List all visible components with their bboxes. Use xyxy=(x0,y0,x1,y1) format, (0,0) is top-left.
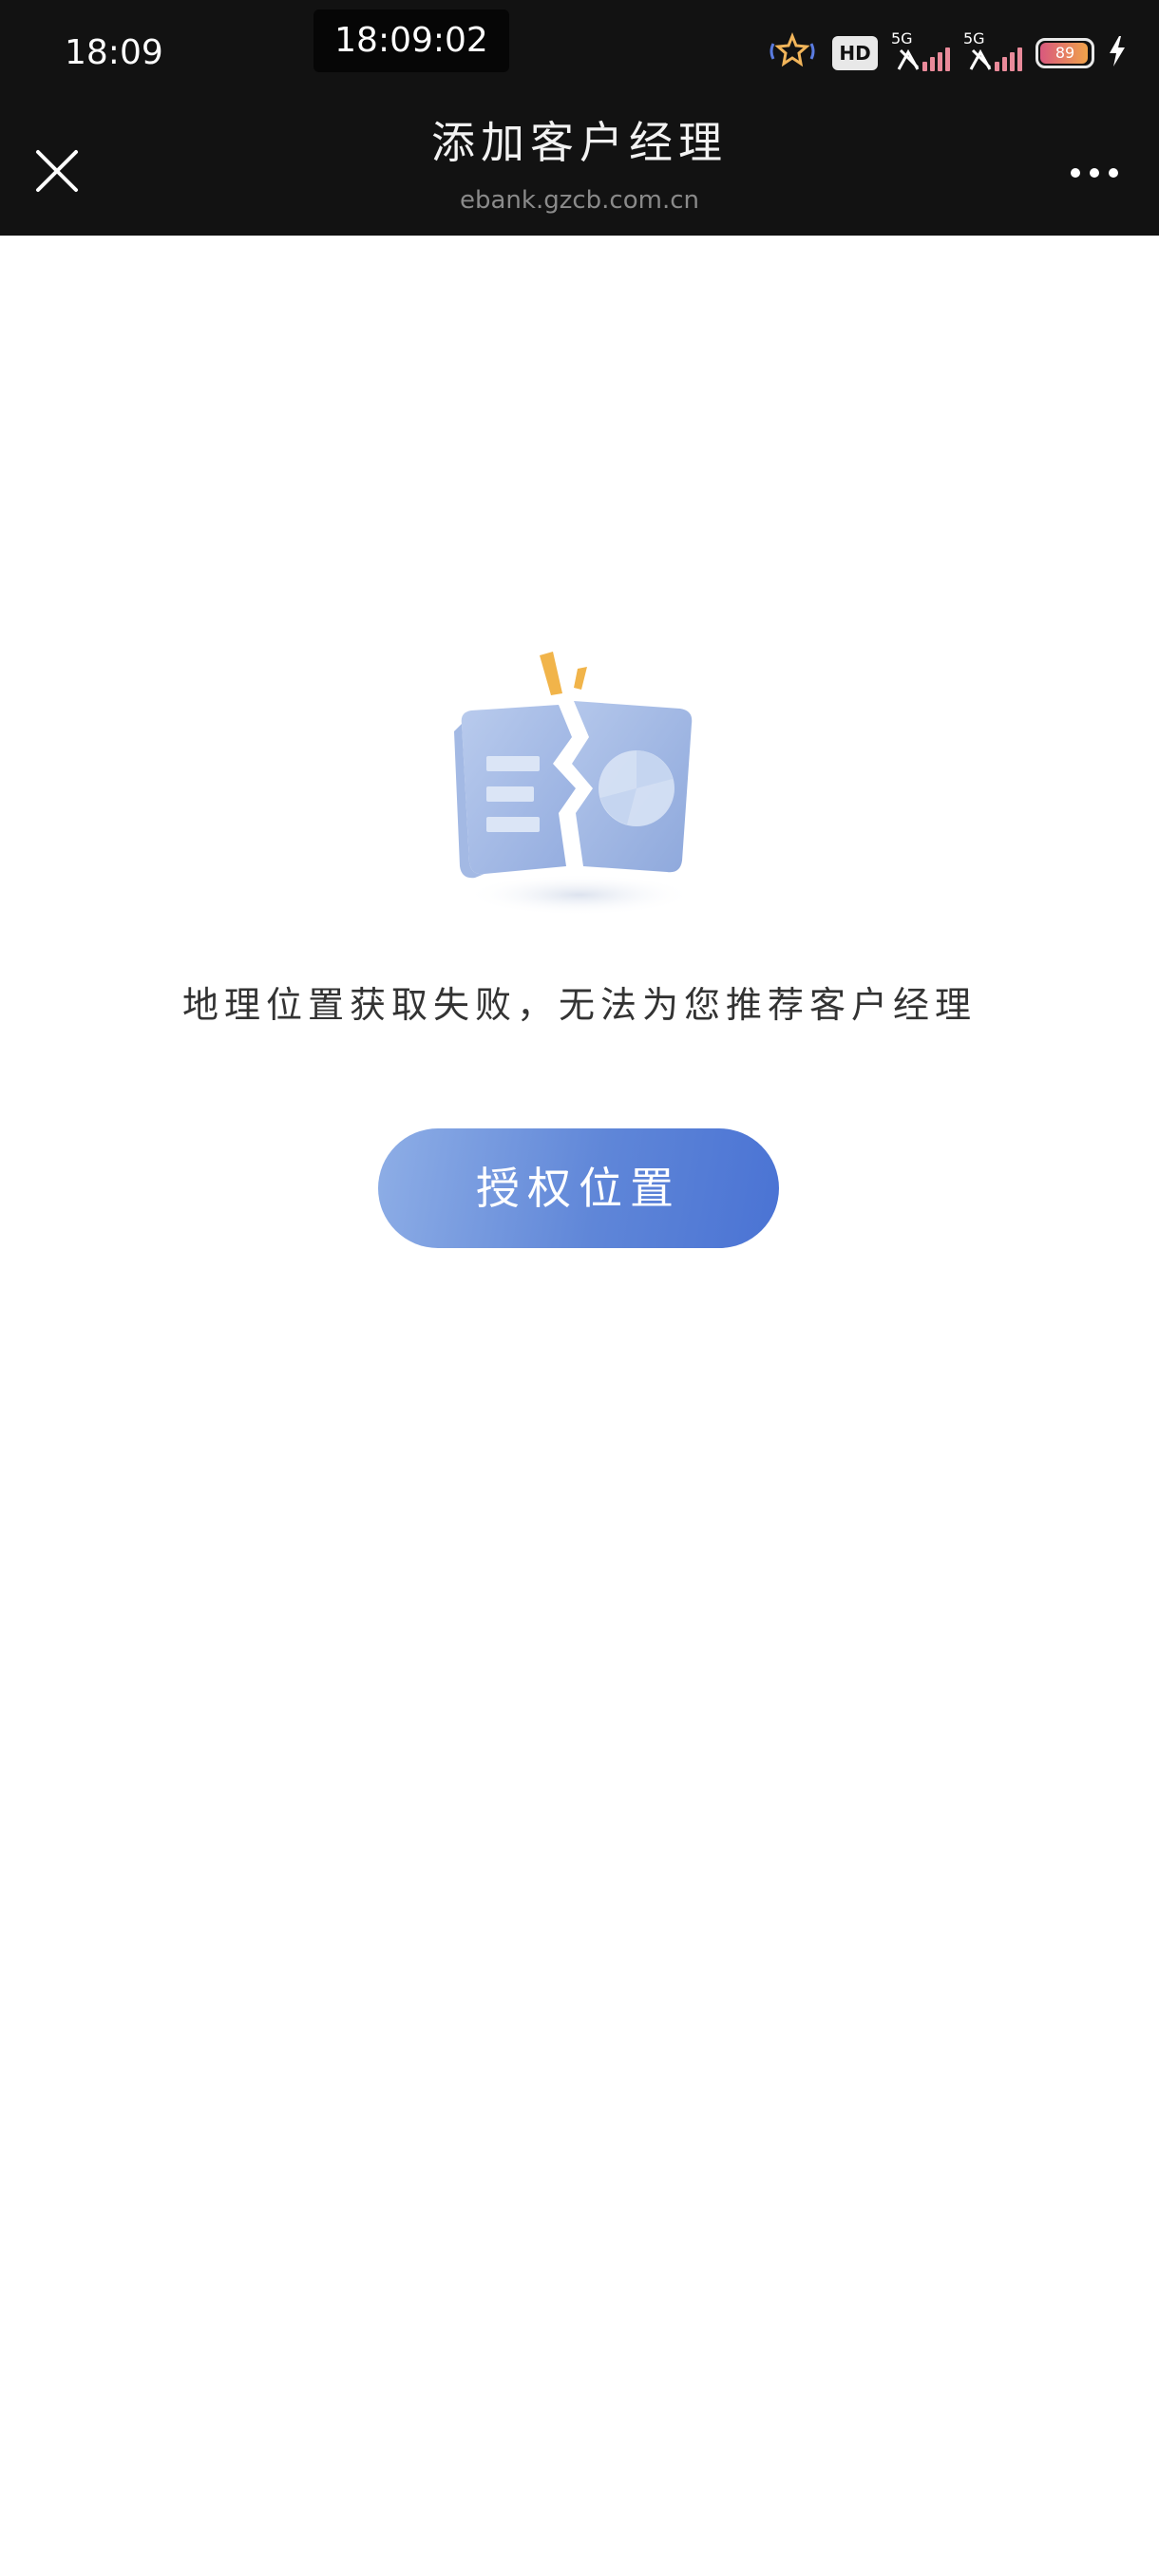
battery-level: 89 xyxy=(1054,44,1075,62)
broken-document-icon xyxy=(446,646,712,931)
title-bar: 添加客户经理 ebank.gzcb.com.cn xyxy=(0,103,1159,236)
status-bar: 18:09 18:09:02 HD 5G 5G 89 xyxy=(0,0,1159,103)
battery-icon: 89 xyxy=(1036,38,1094,68)
signal-sim1-icon: 5G xyxy=(891,31,950,75)
more-icon-dot xyxy=(1090,168,1099,178)
more-icon-dot xyxy=(1109,168,1118,178)
status-time: 18:09 xyxy=(65,33,163,72)
overlay-clock: 18:09:02 xyxy=(314,9,509,72)
more-button[interactable] xyxy=(1056,144,1132,201)
authorize-location-button[interactable]: 授权位置 xyxy=(378,1128,779,1248)
error-message: 地理位置获取失败，无法为您推荐客户经理 xyxy=(181,984,977,1026)
charging-icon xyxy=(1108,36,1127,70)
notification-icon xyxy=(766,30,819,76)
more-icon-dot xyxy=(1071,168,1080,178)
page-url: ebank.gzcb.com.cn xyxy=(459,186,699,215)
status-icons: HD 5G 5G 89 xyxy=(766,27,1127,80)
page-title: 添加客户经理 xyxy=(431,117,728,168)
hd-voice-icon: HD xyxy=(832,36,878,70)
signal-sim2-icon: 5G xyxy=(963,31,1022,75)
